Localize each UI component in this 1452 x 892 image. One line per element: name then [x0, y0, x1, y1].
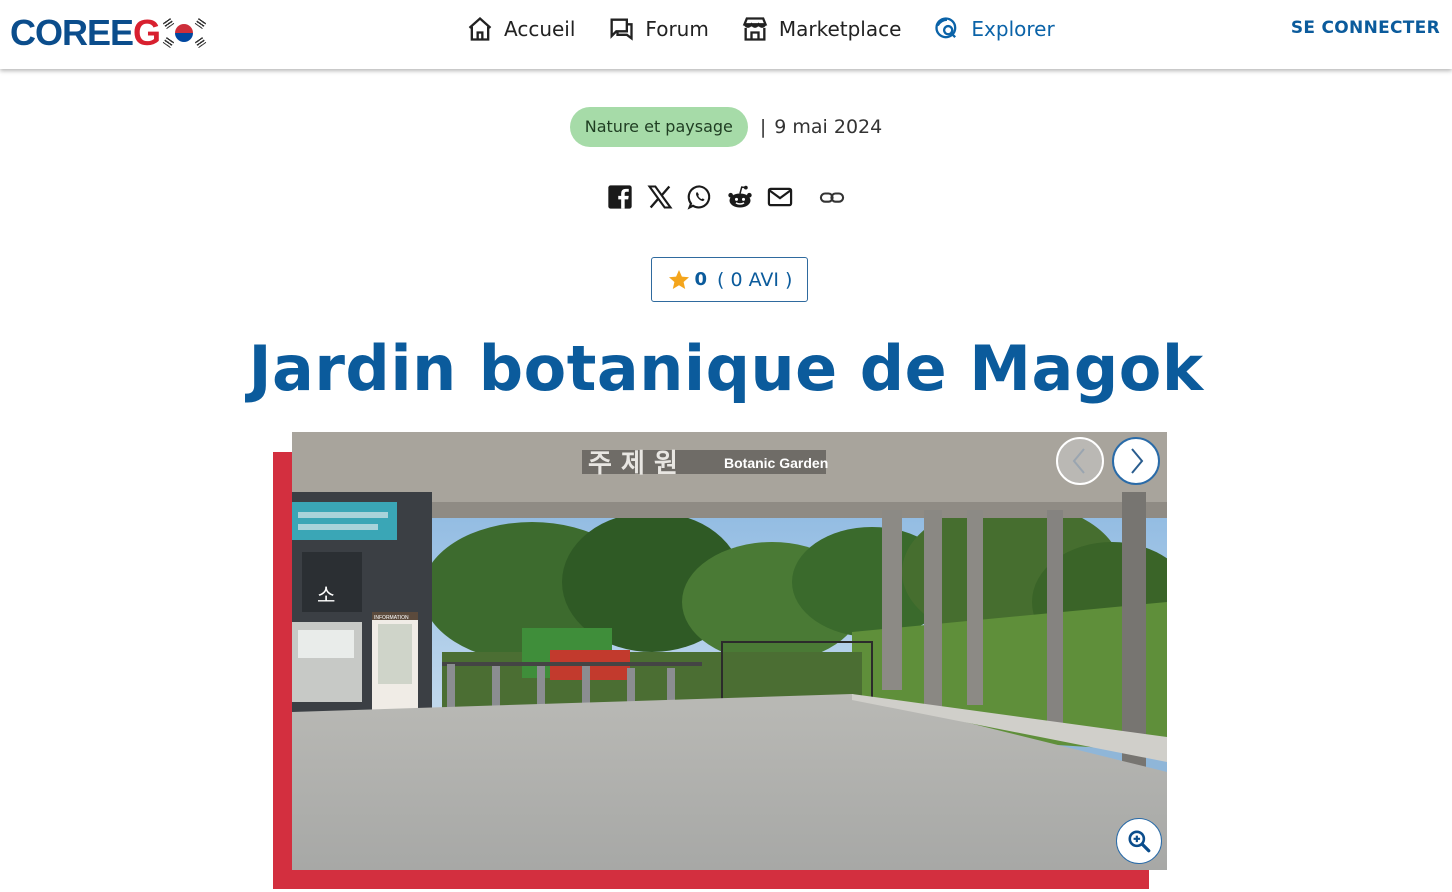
link-icon	[819, 192, 845, 203]
share-x-button[interactable]	[646, 183, 674, 211]
email-icon	[767, 187, 793, 207]
page-title: Jardin botanique de Magok	[248, 332, 1204, 405]
share-facebook-button[interactable]	[606, 183, 634, 211]
logo-text: COREEG	[10, 12, 161, 53]
article-meta: Nature et paysage | 9 mai 2024	[0, 107, 1452, 147]
home-icon	[468, 16, 492, 41]
gallery-prev-button[interactable]	[1056, 437, 1104, 485]
main-nav: Accueil Forum Marketplace Explorer	[466, 12, 1087, 46]
explore-icon	[935, 17, 957, 39]
facebook-icon	[608, 185, 632, 209]
chevron-right-icon	[1131, 448, 1144, 474]
botanic-garden-entrance-image: 주 제 원 Botanic Garden 소 INFORMATION	[292, 432, 1167, 870]
nav-forum[interactable]: Forum	[607, 15, 709, 43]
store-icon	[742, 17, 768, 41]
nav-explorer[interactable]: Explorer	[933, 15, 1055, 43]
rating-count: ( 0 AVI )	[717, 268, 793, 291]
info-sign: INFORMATION	[374, 615, 409, 621]
category-badge[interactable]: Nature et paysage	[569, 107, 748, 147]
sign-korean: 주 제 원	[588, 449, 678, 479]
share-reddit-button[interactable]	[726, 183, 754, 211]
zoom-in-icon	[1128, 830, 1151, 853]
login-button[interactable]: SE CONNECTER	[1291, 18, 1440, 38]
copy-link-button[interactable]	[818, 183, 846, 211]
rating-button[interactable]: 0 ( 0 AVI )	[651, 257, 808, 302]
nav-label: Accueil	[504, 17, 576, 41]
nav-label: Forum	[645, 17, 709, 41]
korea-flag-icon	[162, 18, 207, 48]
forum-icon	[610, 18, 634, 41]
rating-score: 0	[694, 269, 708, 290]
share-whatsapp-button[interactable]	[686, 183, 714, 211]
nav-accueil[interactable]: Accueil	[466, 15, 575, 43]
top-header: COREEG Accueil Forum Marketplace Explore…	[0, 0, 1452, 69]
gallery-photo[interactable]: 주 제 원 Botanic Garden 소 INFORMATION	[292, 432, 1167, 870]
kiosk-sign: 소	[317, 583, 335, 607]
sign-english: Botanic Garden	[724, 455, 828, 471]
whatsapp-icon	[687, 185, 711, 210]
nav-marketplace[interactable]: Marketplace	[741, 15, 902, 43]
x-icon	[647, 185, 673, 209]
zoom-button[interactable]	[1116, 818, 1162, 864]
meta-separator: |	[759, 116, 767, 138]
gallery-next-button[interactable]	[1112, 437, 1160, 485]
star-icon	[668, 269, 689, 289]
share-bar	[606, 183, 858, 211]
nav-label: Marketplace	[778, 17, 902, 41]
share-email-button[interactable]	[766, 183, 794, 211]
chevron-left-icon	[1072, 448, 1085, 474]
publish-date: 9 mai 2024	[774, 116, 883, 138]
site-logo[interactable]: COREEG	[10, 12, 207, 53]
nav-label: Explorer	[971, 17, 1055, 41]
reddit-icon	[728, 185, 752, 208]
